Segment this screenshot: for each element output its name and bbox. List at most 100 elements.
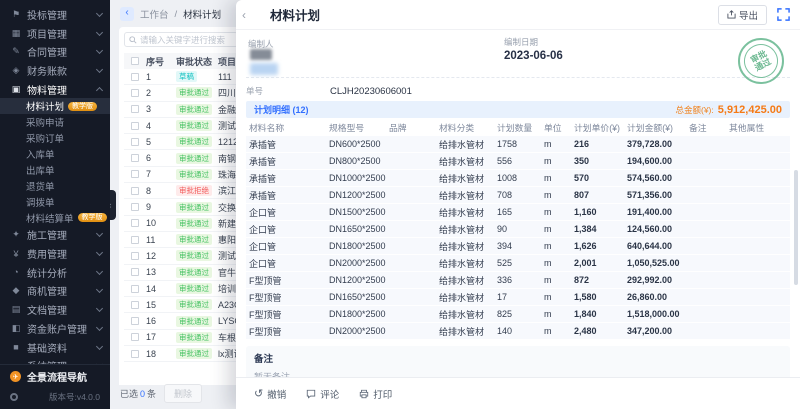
sidebar-subitem[interactable]: 材料结算单 教学版 — [0, 210, 110, 226]
row-checkbox[interactable] — [131, 268, 139, 276]
export-icon — [727, 10, 736, 19]
approval-seal: 审批 通过 — [738, 38, 784, 84]
row-checkbox[interactable] — [131, 89, 139, 97]
row-checkbox[interactable] — [131, 252, 139, 260]
cell-amount: 1,050,525.00 — [627, 258, 689, 268]
row-checkbox[interactable] — [131, 138, 139, 146]
sidebar-subitem-label: 退货单 — [26, 179, 55, 193]
sidebar-subitem[interactable]: 采购申请 — [0, 114, 110, 130]
scrollbar[interactable] — [794, 170, 798, 285]
select-all-checkbox[interactable] — [131, 57, 139, 65]
sidebar-item[interactable]: ● 系统管理 — [0, 356, 110, 364]
sidebar-item[interactable]: ¥ 费用管理 — [0, 244, 110, 263]
sidebar-item-label: 统计分析 — [27, 265, 97, 280]
comment-button[interactable]: 评论 — [306, 387, 339, 401]
delete-button[interactable]: 删除 — [164, 384, 202, 403]
sidebar-subitem[interactable]: 出库单 — [0, 162, 110, 178]
fullscreen-icon[interactable] — [777, 8, 790, 21]
sidebar: ⚑ 投标管理 ▦ 项目管理 ✎ 合同管理 ◈ — [0, 0, 110, 409]
cell-amount: 571,356.00 — [627, 190, 689, 200]
row-seq: 17 — [146, 332, 176, 342]
tutorial-badge: 教学版 — [78, 213, 107, 222]
row-seq: 6 — [146, 153, 176, 163]
cell-amount: 26,860.00 — [627, 292, 689, 302]
cell-material-name: F型顶管 — [249, 325, 329, 338]
breadcrumb-home[interactable]: 工作台 — [140, 7, 169, 21]
chevron-down-icon — [96, 87, 103, 94]
menu-icon: ▣ — [10, 84, 22, 95]
cell-price: 1,160 — [574, 207, 627, 217]
list-footer: 已选0条 删除 — [120, 384, 202, 403]
sidebar-item[interactable]: ◔ 统计分析 — [0, 263, 110, 282]
cell-price: 350 — [574, 156, 627, 166]
row-seq: 18 — [146, 349, 176, 359]
sidebar-item[interactable]: ✎ 合同管理 — [0, 42, 110, 61]
chevron-down-icon — [96, 66, 103, 73]
sidebar-item[interactable]: ▣ 物料管理 — [0, 80, 110, 99]
menu-icon: ✦ — [10, 229, 22, 240]
detail-col-header: 计划单价(¥) — [574, 121, 627, 134]
row-checkbox[interactable] — [131, 105, 139, 113]
remark-label: 备注 — [254, 351, 782, 365]
sidebar-item[interactable]: ◆ 商机管理 — [0, 282, 110, 301]
search-input[interactable] — [140, 35, 232, 45]
cell-material-name: F型顶管 — [249, 308, 329, 321]
status-badge: 审批通过 — [176, 234, 212, 245]
sidebar-subitem-label: 出库单 — [26, 163, 55, 177]
row-checkbox[interactable] — [131, 170, 139, 178]
cell-spec: DN1200*2500 — [329, 190, 389, 200]
date-value: 2023-06-06 — [504, 50, 563, 62]
cell-amount: 191,400.00 — [627, 207, 689, 217]
row-checkbox[interactable] — [131, 122, 139, 130]
row-checkbox[interactable] — [131, 285, 139, 293]
sidebar-item[interactable]: ▤ 文档管理 — [0, 300, 110, 319]
row-checkbox[interactable] — [131, 187, 139, 195]
chevron-down-icon — [96, 342, 103, 349]
chevron-down-icon — [96, 324, 103, 331]
sidebar-item-label: 投标管理 — [27, 7, 97, 22]
row-checkbox[interactable] — [131, 317, 139, 325]
sidebar-subitem[interactable]: 调拨单 — [0, 194, 110, 210]
detail-col-header: 计划金额(¥) — [627, 121, 689, 134]
detail-panel: ‹ 材料计划 导出 编制人 编制日期 2023-06-06 审批 通过 — [236, 0, 800, 409]
detail-table-row: F型顶管 DN2000*2500 给排水管材 140 m 2,480 347,2… — [246, 323, 790, 340]
back-button[interactable]: ‹ — [120, 7, 134, 21]
gear-icon[interactable] — [10, 393, 18, 401]
row-checkbox[interactable] — [131, 236, 139, 244]
row-checkbox[interactable] — [131, 219, 139, 227]
sidebar-subitem[interactable]: 材料计划 教学版 — [0, 98, 110, 114]
row-seq: 13 — [146, 267, 176, 277]
row-checkbox[interactable] — [131, 73, 139, 81]
row-seq: 2 — [146, 88, 176, 98]
sidebar-item[interactable]: ◈ 财务账款 — [0, 61, 110, 80]
sidebar-subitem[interactable]: 入库单 — [0, 146, 110, 162]
row-seq: 1 — [146, 72, 176, 82]
cell-spec: DN1500*2500 — [329, 207, 389, 217]
row-checkbox[interactable] — [131, 301, 139, 309]
sidebar-menu: ⚑ 投标管理 ▦ 项目管理 ✎ 合同管理 ◈ — [0, 0, 110, 364]
sidebar-item[interactable]: ✦ 施工管理 — [0, 226, 110, 245]
print-button[interactable]: 打印 — [359, 387, 392, 401]
process-nav-button[interactable]: ✈ 全景流程导航 — [0, 364, 110, 388]
cell-unit: m — [544, 139, 574, 149]
detail-col-header: 备注 — [689, 121, 729, 134]
sidebar-subitem[interactable]: 采购订单 — [0, 130, 110, 146]
cell-spec: DN1800*2500 — [329, 241, 389, 251]
row-checkbox[interactable] — [131, 333, 139, 341]
export-button[interactable]: 导出 — [718, 5, 767, 25]
cell-material-name: 承插管 — [249, 138, 329, 151]
sidebar-item[interactable]: ▦ 项目管理 — [0, 24, 110, 43]
row-checkbox[interactable] — [131, 203, 139, 211]
row-checkbox[interactable] — [131, 350, 139, 358]
panel-back-icon[interactable]: ‹ — [242, 8, 254, 22]
detail-table-row: 承插管 DN800*2500 给排水管材 556 m 350 194,600.0… — [246, 153, 790, 170]
revoke-button[interactable]: ↺ 撤销 — [254, 387, 286, 401]
sidebar-item[interactable]: ◧ 资金账户管理 — [0, 319, 110, 338]
cell-qty: 17 — [497, 292, 544, 302]
sidebar-subitem[interactable]: 退货单 — [0, 178, 110, 194]
sidebar-item[interactable]: ⚑ 投标管理 — [0, 5, 110, 24]
cell-unit: m — [544, 241, 574, 251]
row-checkbox[interactable] — [131, 154, 139, 162]
sidebar-item[interactable]: ■ 基础资料 — [0, 338, 110, 357]
detail-table-row: 承插管 DN1000*2500 给排水管材 1008 m 570 574,560… — [246, 170, 790, 187]
